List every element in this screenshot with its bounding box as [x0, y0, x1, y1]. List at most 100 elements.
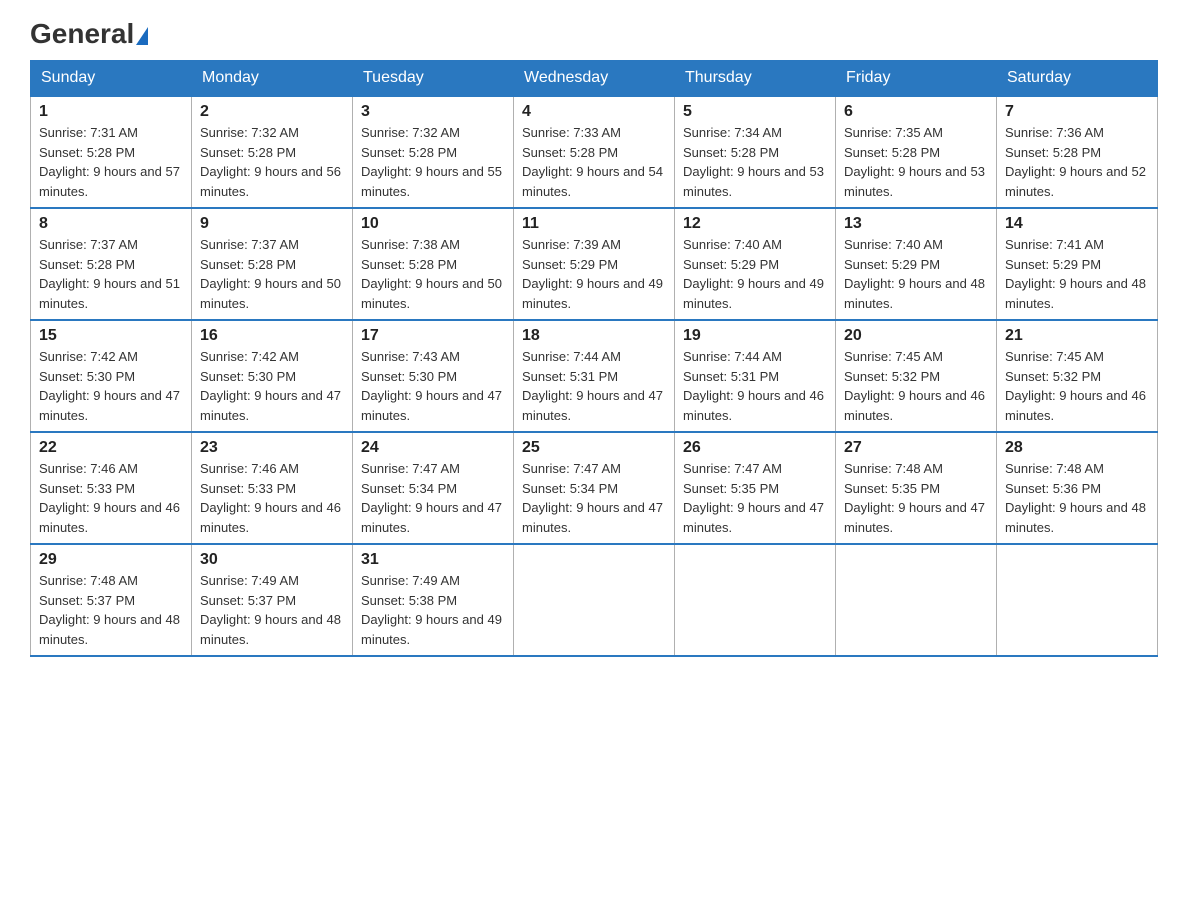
day-info: Sunrise: 7:41 AMSunset: 5:29 PMDaylight:… [1005, 237, 1146, 311]
day-number: 16 [200, 327, 344, 345]
day-info: Sunrise: 7:37 AMSunset: 5:28 PMDaylight:… [39, 237, 180, 311]
day-info: Sunrise: 7:45 AMSunset: 5:32 PMDaylight:… [1005, 349, 1146, 423]
day-info: Sunrise: 7:40 AMSunset: 5:29 PMDaylight:… [844, 237, 985, 311]
calendar-cell: 10 Sunrise: 7:38 AMSunset: 5:28 PMDaylig… [353, 208, 514, 320]
calendar-cell: 5 Sunrise: 7:34 AMSunset: 5:28 PMDayligh… [675, 96, 836, 208]
day-info: Sunrise: 7:32 AMSunset: 5:28 PMDaylight:… [200, 125, 341, 199]
day-number: 20 [844, 327, 988, 345]
calendar-cell: 22 Sunrise: 7:46 AMSunset: 5:33 PMDaylig… [31, 432, 192, 544]
calendar-cell: 17 Sunrise: 7:43 AMSunset: 5:30 PMDaylig… [353, 320, 514, 432]
calendar-cell: 3 Sunrise: 7:32 AMSunset: 5:28 PMDayligh… [353, 96, 514, 208]
calendar-cell: 28 Sunrise: 7:48 AMSunset: 5:36 PMDaylig… [997, 432, 1158, 544]
day-info: Sunrise: 7:36 AMSunset: 5:28 PMDaylight:… [1005, 125, 1146, 199]
logo-general-text: General [30, 20, 148, 48]
calendar-table: SundayMondayTuesdayWednesdayThursdayFrid… [30, 60, 1158, 657]
day-number: 25 [522, 439, 666, 457]
calendar-cell [514, 544, 675, 656]
calendar-cell: 8 Sunrise: 7:37 AMSunset: 5:28 PMDayligh… [31, 208, 192, 320]
day-info: Sunrise: 7:37 AMSunset: 5:28 PMDaylight:… [200, 237, 341, 311]
day-info: Sunrise: 7:49 AMSunset: 5:38 PMDaylight:… [361, 573, 502, 647]
logo: General [30, 20, 148, 50]
calendar-cell: 14 Sunrise: 7:41 AMSunset: 5:29 PMDaylig… [997, 208, 1158, 320]
calendar-week-row: 15 Sunrise: 7:42 AMSunset: 5:30 PMDaylig… [31, 320, 1158, 432]
calendar-cell [997, 544, 1158, 656]
weekday-header-sunday: Sunday [31, 61, 192, 97]
day-info: Sunrise: 7:46 AMSunset: 5:33 PMDaylight:… [200, 461, 341, 535]
day-info: Sunrise: 7:42 AMSunset: 5:30 PMDaylight:… [39, 349, 180, 423]
day-number: 2 [200, 103, 344, 121]
calendar-cell: 1 Sunrise: 7:31 AMSunset: 5:28 PMDayligh… [31, 96, 192, 208]
day-number: 22 [39, 439, 183, 457]
day-info: Sunrise: 7:31 AMSunset: 5:28 PMDaylight:… [39, 125, 180, 199]
calendar-cell: 7 Sunrise: 7:36 AMSunset: 5:28 PMDayligh… [997, 96, 1158, 208]
day-number: 31 [361, 551, 505, 569]
day-number: 5 [683, 103, 827, 121]
day-info: Sunrise: 7:49 AMSunset: 5:37 PMDaylight:… [200, 573, 341, 647]
calendar-cell: 6 Sunrise: 7:35 AMSunset: 5:28 PMDayligh… [836, 96, 997, 208]
day-info: Sunrise: 7:47 AMSunset: 5:34 PMDaylight:… [522, 461, 663, 535]
day-info: Sunrise: 7:46 AMSunset: 5:33 PMDaylight:… [39, 461, 180, 535]
page-header: General [30, 20, 1158, 50]
calendar-cell: 9 Sunrise: 7:37 AMSunset: 5:28 PMDayligh… [192, 208, 353, 320]
weekday-header-saturday: Saturday [997, 61, 1158, 97]
day-number: 4 [522, 103, 666, 121]
calendar-cell: 29 Sunrise: 7:48 AMSunset: 5:37 PMDaylig… [31, 544, 192, 656]
calendar-cell: 31 Sunrise: 7:49 AMSunset: 5:38 PMDaylig… [353, 544, 514, 656]
day-number: 28 [1005, 439, 1149, 457]
day-number: 27 [844, 439, 988, 457]
calendar-week-row: 22 Sunrise: 7:46 AMSunset: 5:33 PMDaylig… [31, 432, 1158, 544]
day-info: Sunrise: 7:48 AMSunset: 5:36 PMDaylight:… [1005, 461, 1146, 535]
logo-triangle-icon [136, 27, 148, 45]
day-number: 15 [39, 327, 183, 345]
day-info: Sunrise: 7:35 AMSunset: 5:28 PMDaylight:… [844, 125, 985, 199]
day-info: Sunrise: 7:32 AMSunset: 5:28 PMDaylight:… [361, 125, 502, 199]
day-info: Sunrise: 7:44 AMSunset: 5:31 PMDaylight:… [683, 349, 824, 423]
day-number: 14 [1005, 215, 1149, 233]
day-number: 1 [39, 103, 183, 121]
day-info: Sunrise: 7:47 AMSunset: 5:34 PMDaylight:… [361, 461, 502, 535]
day-info: Sunrise: 7:33 AMSunset: 5:28 PMDaylight:… [522, 125, 663, 199]
day-number: 26 [683, 439, 827, 457]
calendar-cell: 13 Sunrise: 7:40 AMSunset: 5:29 PMDaylig… [836, 208, 997, 320]
calendar-cell: 12 Sunrise: 7:40 AMSunset: 5:29 PMDaylig… [675, 208, 836, 320]
calendar-cell: 15 Sunrise: 7:42 AMSunset: 5:30 PMDaylig… [31, 320, 192, 432]
calendar-cell: 21 Sunrise: 7:45 AMSunset: 5:32 PMDaylig… [997, 320, 1158, 432]
calendar-cell: 11 Sunrise: 7:39 AMSunset: 5:29 PMDaylig… [514, 208, 675, 320]
calendar-header-row: SundayMondayTuesdayWednesdayThursdayFrid… [31, 61, 1158, 97]
day-number: 6 [844, 103, 988, 121]
day-info: Sunrise: 7:40 AMSunset: 5:29 PMDaylight:… [683, 237, 824, 311]
day-info: Sunrise: 7:43 AMSunset: 5:30 PMDaylight:… [361, 349, 502, 423]
calendar-cell: 27 Sunrise: 7:48 AMSunset: 5:35 PMDaylig… [836, 432, 997, 544]
calendar-week-row: 29 Sunrise: 7:48 AMSunset: 5:37 PMDaylig… [31, 544, 1158, 656]
weekday-header-monday: Monday [192, 61, 353, 97]
day-info: Sunrise: 7:42 AMSunset: 5:30 PMDaylight:… [200, 349, 341, 423]
day-number: 24 [361, 439, 505, 457]
weekday-header-tuesday: Tuesday [353, 61, 514, 97]
day-number: 7 [1005, 103, 1149, 121]
calendar-cell: 30 Sunrise: 7:49 AMSunset: 5:37 PMDaylig… [192, 544, 353, 656]
calendar-cell: 23 Sunrise: 7:46 AMSunset: 5:33 PMDaylig… [192, 432, 353, 544]
calendar-cell [675, 544, 836, 656]
calendar-week-row: 1 Sunrise: 7:31 AMSunset: 5:28 PMDayligh… [31, 96, 1158, 208]
day-info: Sunrise: 7:47 AMSunset: 5:35 PMDaylight:… [683, 461, 824, 535]
day-info: Sunrise: 7:45 AMSunset: 5:32 PMDaylight:… [844, 349, 985, 423]
day-number: 21 [1005, 327, 1149, 345]
day-number: 8 [39, 215, 183, 233]
calendar-cell [836, 544, 997, 656]
day-number: 10 [361, 215, 505, 233]
weekday-header-wednesday: Wednesday [514, 61, 675, 97]
day-number: 13 [844, 215, 988, 233]
day-number: 12 [683, 215, 827, 233]
weekday-header-friday: Friday [836, 61, 997, 97]
calendar-cell: 24 Sunrise: 7:47 AMSunset: 5:34 PMDaylig… [353, 432, 514, 544]
calendar-cell: 26 Sunrise: 7:47 AMSunset: 5:35 PMDaylig… [675, 432, 836, 544]
weekday-header-thursday: Thursday [675, 61, 836, 97]
day-info: Sunrise: 7:39 AMSunset: 5:29 PMDaylight:… [522, 237, 663, 311]
day-info: Sunrise: 7:48 AMSunset: 5:37 PMDaylight:… [39, 573, 180, 647]
day-number: 17 [361, 327, 505, 345]
day-number: 30 [200, 551, 344, 569]
day-number: 29 [39, 551, 183, 569]
calendar-cell: 4 Sunrise: 7:33 AMSunset: 5:28 PMDayligh… [514, 96, 675, 208]
day-info: Sunrise: 7:48 AMSunset: 5:35 PMDaylight:… [844, 461, 985, 535]
day-number: 9 [200, 215, 344, 233]
